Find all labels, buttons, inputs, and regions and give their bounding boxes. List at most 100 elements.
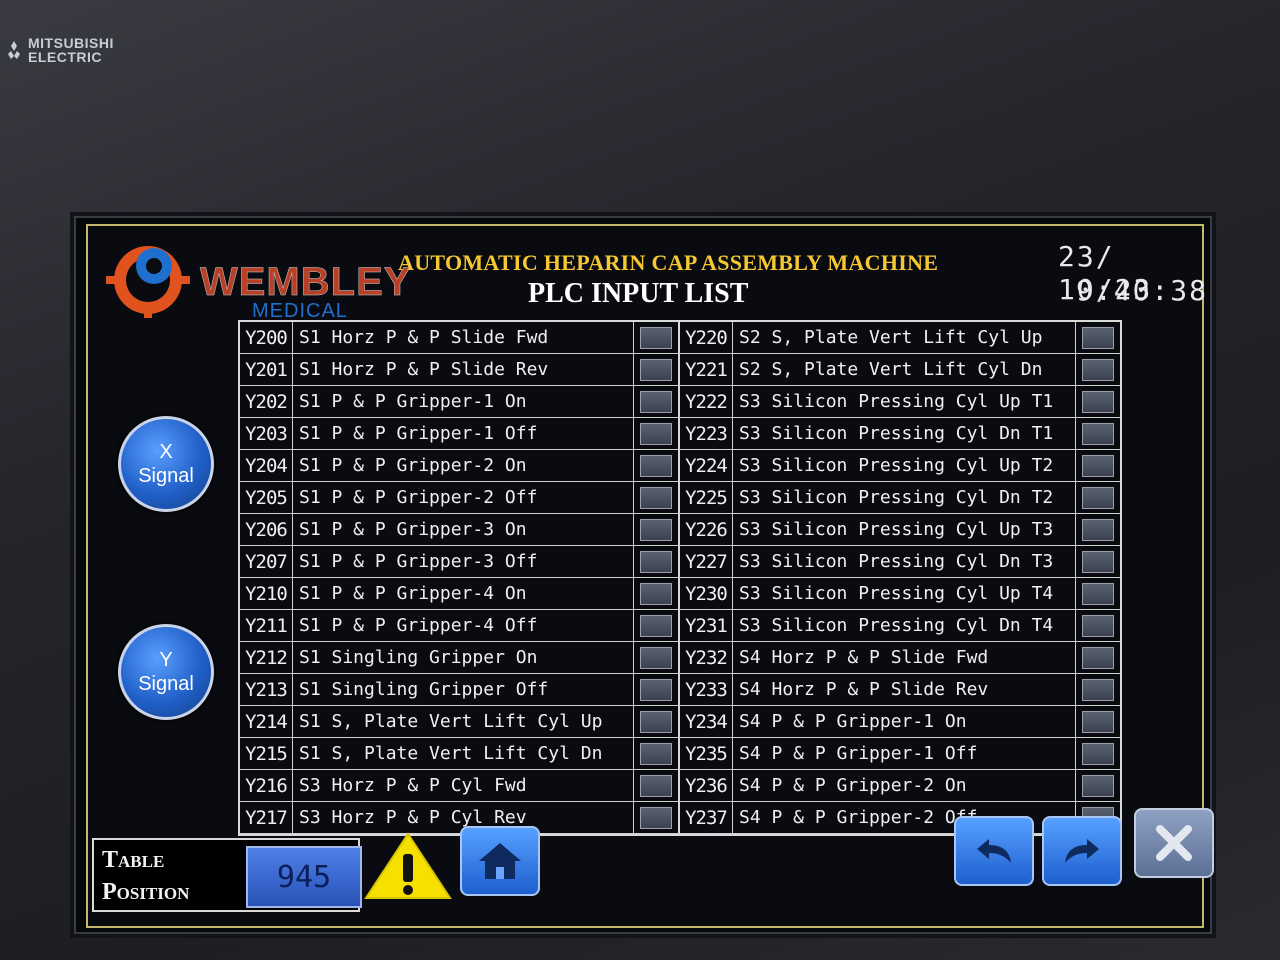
machine-title: AUTOMATIC HEPARIN CAP ASSEMBLY MACHINE <box>398 250 939 275</box>
table-row: Y205 S1 P & P Gripper-2 Off <box>240 482 680 514</box>
output-address: Y237 <box>680 802 733 833</box>
status-lamp-cell <box>634 546 680 577</box>
status-lamp-cell <box>1076 546 1120 577</box>
output-address: Y213 <box>240 674 293 705</box>
status-lamp <box>640 454 672 477</box>
mitsubishi-logo: MITSUBISHI ELECTRIC <box>6 36 114 64</box>
output-address: Y227 <box>680 546 733 577</box>
output-description: S3 Silicon Pressing Cyl Dn T1 <box>733 418 1076 449</box>
table-row: Y206 S1 P & P Gripper-3 On <box>240 514 680 546</box>
status-lamp <box>1082 774 1114 797</box>
status-lamp <box>1082 358 1114 381</box>
status-lamp <box>640 550 672 573</box>
output-address: Y207 <box>240 546 293 577</box>
output-description: S1 P & P Gripper-4 On <box>293 578 634 609</box>
status-lamp-cell <box>1076 706 1120 737</box>
output-address: Y220 <box>680 322 733 353</box>
output-address: Y217 <box>240 802 293 833</box>
output-description: S4 Horz P & P Slide Fwd <box>733 642 1076 673</box>
table-row: Y221 S2 S, Plate Vert Lift Cyl Dn <box>680 354 1120 386</box>
status-lamp-cell <box>1076 610 1120 641</box>
status-lamp <box>640 390 672 413</box>
output-address: Y230 <box>680 578 733 609</box>
output-address: Y226 <box>680 514 733 545</box>
table-row: Y216 S3 Horz P & P Cyl Fwd <box>240 770 680 802</box>
time-display: 9:40:38 <box>1076 274 1209 307</box>
status-lamp-cell <box>1076 450 1120 481</box>
y-signal-label-1: Y <box>159 649 173 671</box>
output-address: Y202 <box>240 386 293 417</box>
status-lamp-cell <box>634 642 680 673</box>
status-lamp <box>640 646 672 669</box>
status-lamp <box>1082 486 1114 509</box>
status-lamp <box>1082 646 1114 669</box>
status-lamp-cell <box>1076 578 1120 609</box>
status-lamp-cell <box>634 482 680 513</box>
output-description: S1 P & P Gripper-2 Off <box>293 482 634 513</box>
table-row: Y234 S4 P & P Gripper-1 On <box>680 706 1120 738</box>
table-position-label: Table Position <box>102 844 189 908</box>
table-row: Y227 S3 Silicon Pressing Cyl Dn T3 <box>680 546 1120 578</box>
table-position-value: 945 <box>246 846 362 908</box>
output-description: S4 P & P Gripper-2 On <box>733 770 1076 801</box>
output-description: S1 P & P Gripper-4 Off <box>293 610 634 641</box>
output-description: S2 S, Plate Vert Lift Cyl Dn <box>733 354 1076 385</box>
y-signal-button[interactable]: Y Signal <box>118 624 214 720</box>
status-lamp <box>1082 390 1114 413</box>
output-description: S3 Silicon Pressing Cyl Up T4 <box>733 578 1076 609</box>
output-address: Y204 <box>240 450 293 481</box>
y-signal-label-2: Signal <box>138 673 194 695</box>
output-address: Y212 <box>240 642 293 673</box>
status-lamp <box>640 806 672 829</box>
table-row: Y226 S3 Silicon Pressing Cyl Up T3 <box>680 514 1120 546</box>
status-lamp-cell <box>1076 642 1120 673</box>
status-lamp-cell <box>1076 418 1120 449</box>
table-row: Y232 S4 Horz P & P Slide Fwd <box>680 642 1120 674</box>
output-address: Y201 <box>240 354 293 385</box>
output-address: Y200 <box>240 322 293 353</box>
home-button[interactable] <box>460 826 540 896</box>
status-lamp <box>640 742 672 765</box>
output-address: Y206 <box>240 514 293 545</box>
x-signal-label-2: Signal <box>138 465 194 487</box>
right-column: Y220 S2 S, Plate Vert Lift Cyl Up Y221 S2 S… <box>680 322 1120 834</box>
table-row: Y211 S1 P & P Gripper-4 Off <box>240 610 680 642</box>
output-description: S4 Horz P & P Slide Rev <box>733 674 1076 705</box>
status-lamp <box>640 678 672 701</box>
output-address: Y215 <box>240 738 293 769</box>
table-row: Y235 S4 P & P Gripper-1 Off <box>680 738 1120 770</box>
output-address: Y203 <box>240 418 293 449</box>
output-address: Y216 <box>240 770 293 801</box>
status-lamp-cell <box>634 322 680 353</box>
output-description: S3 Silicon Pressing Cyl Up T2 <box>733 450 1076 481</box>
status-lamp <box>640 326 672 349</box>
output-address: Y232 <box>680 642 733 673</box>
output-description: S2 S, Plate Vert Lift Cyl Up <box>733 322 1076 353</box>
output-address: Y236 <box>680 770 733 801</box>
output-description: S3 Silicon Pressing Cyl Dn T3 <box>733 546 1076 577</box>
x-signal-button[interactable]: X Signal <box>118 416 214 512</box>
forward-button[interactable] <box>1042 816 1122 886</box>
table-row: Y201 S1 Horz P & P Slide Rev <box>240 354 680 386</box>
close-button[interactable] <box>1134 808 1214 878</box>
table-row: Y225 S3 Silicon Pressing Cyl Dn T2 <box>680 482 1120 514</box>
status-lamp-cell <box>1076 354 1120 385</box>
brand-line-2: ELECTRIC <box>28 49 102 65</box>
table-row: Y213 S1 Singling Gripper Off <box>240 674 680 706</box>
status-lamp-cell <box>634 706 680 737</box>
warning-icon[interactable] <box>362 830 454 902</box>
status-lamp <box>1082 422 1114 445</box>
output-description: S3 Silicon Pressing Cyl Dn T2 <box>733 482 1076 513</box>
output-description: S1 S, Plate Vert Lift Cyl Dn <box>293 738 634 769</box>
output-description: S1 P & P Gripper-3 Off <box>293 546 634 577</box>
output-description: S4 P & P Gripper-1 On <box>733 706 1076 737</box>
status-lamp-cell <box>634 386 680 417</box>
table-row: Y207 S1 P & P Gripper-3 Off <box>240 546 680 578</box>
back-button[interactable] <box>954 816 1034 886</box>
table-row: Y200 S1 Horz P & P Slide Fwd <box>240 322 680 354</box>
plc-output-table: Y200 S1 Horz P & P Slide Fwd Y201 S1 Horz P… <box>238 320 1122 836</box>
gear-logo-icon <box>106 246 190 318</box>
table-row: Y223 S3 Silicon Pressing Cyl Dn T1 <box>680 418 1120 450</box>
output-description: S1 Singling Gripper Off <box>293 674 634 705</box>
output-address: Y211 <box>240 610 293 641</box>
